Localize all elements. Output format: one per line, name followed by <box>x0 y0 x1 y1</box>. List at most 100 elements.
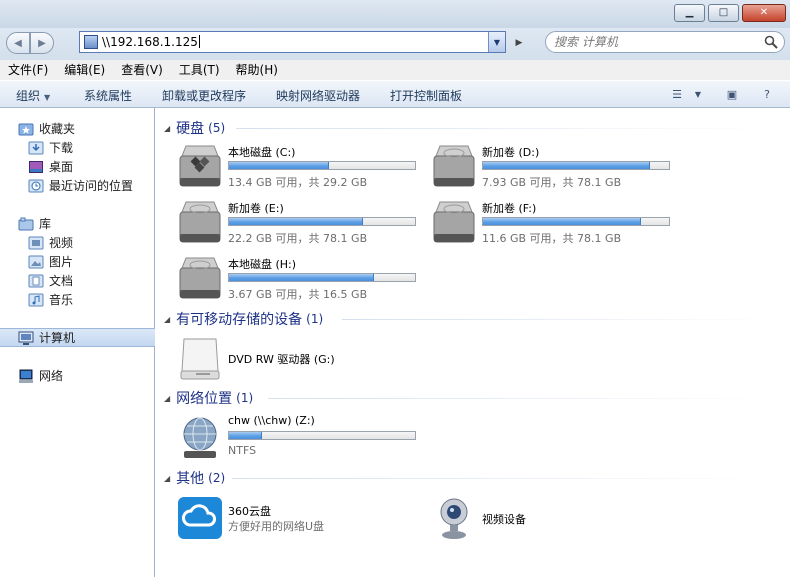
drive-f[interactable]: 新加卷 (F:) 11.6 GB 可用，共 78.1 GB <box>430 198 680 248</box>
collapse-triangle-icon: ◢ <box>164 123 171 133</box>
sidebar-label: 文档 <box>49 274 74 288</box>
minimize-icon: ▁ <box>685 7 694 18</box>
uninstall-program-button[interactable]: 卸载或更改程序 <box>162 87 246 104</box>
group-name: 有可移动存储的设备 <box>176 312 303 328</box>
system-drive-icon <box>179 145 221 187</box>
drive-free-space: 11.6 GB 可用，共 78.1 GB <box>482 232 622 245</box>
drive-g[interactable]: DVD RW 驱动器 (G:) <box>176 333 426 383</box>
sidebar-item-videos[interactable]: 视频 <box>0 233 155 252</box>
sidebar-label: 图片 <box>49 255 74 269</box>
preview-pane-icon[interactable]: ▣ <box>724 86 740 102</box>
drive-d[interactable]: 新加卷 (D:) 7.93 GB 可用，共 78.1 GB <box>430 142 680 192</box>
map-network-drive-button[interactable]: 映射网络驱动器 <box>276 87 360 104</box>
menu-help[interactable]: 帮助(H) <box>228 60 286 80</box>
menu-view[interactable]: 查看(V) <box>113 60 171 80</box>
back-arrow-icon: ◀ <box>14 37 22 49</box>
hard-drive-icon <box>179 201 221 243</box>
menu-bar: 文件(F) 编辑(E) 查看(V) 工具(T) 帮助(H) <box>0 60 790 80</box>
drive-c[interactable]: 本地磁盘 (C:) 13.4 GB 可用，共 29.2 GB <box>176 142 426 192</box>
maximize-icon: □ <box>718 7 729 18</box>
navigation-pane: 收藏夹 下载 桌面 最近访问的位置 库 视频 图片 文档 音乐 计算机 网络 <box>0 108 155 577</box>
video-library-icon <box>28 236 44 249</box>
forward-arrow-icon: ▶ <box>38 37 46 49</box>
webcam-icon <box>440 498 468 539</box>
sidebar-item-downloads[interactable]: 下载 <box>0 138 155 157</box>
address-bar[interactable]: \\192.168.1.125 ▼ <box>79 31 506 53</box>
group-divider <box>236 128 776 129</box>
drive-free-space: 22.2 GB 可用，共 78.1 GB <box>228 232 368 245</box>
group-header-removable[interactable]: ◢ 有可移动存储的设备 (1) <box>164 309 323 329</box>
drive-free-space: 7.93 GB 可用，共 78.1 GB <box>482 176 622 189</box>
sidebar-item-documents[interactable]: 文档 <box>0 271 155 290</box>
maximize-button[interactable]: □ <box>708 4 739 22</box>
go-button[interactable]: ▶ <box>508 33 530 53</box>
drive-name: chw (\\chw) (Z:) <box>228 414 315 427</box>
drive-e[interactable]: 新加卷 (E:) 22.2 GB 可用，共 78.1 GB <box>176 198 426 248</box>
computer-location-icon <box>84 35 98 49</box>
cloud-drive-360[interactable]: 360云盘 方便好用的网络U盘 <box>176 493 426 543</box>
sidebar-label: 音乐 <box>49 293 74 307</box>
group-count: (2) <box>208 471 226 485</box>
view-options-icon[interactable]: ☰ <box>669 86 685 102</box>
sidebar-item-desktop[interactable]: 桌面 <box>0 157 155 176</box>
group-name: 网络位置 <box>176 391 233 407</box>
address-history-dropdown[interactable]: ▼ <box>488 32 505 52</box>
back-button[interactable]: ◀ <box>6 32 30 54</box>
sidebar-label: 库 <box>39 217 52 231</box>
computer-icon <box>18 331 34 345</box>
minimize-button[interactable]: ▁ <box>674 4 705 22</box>
address-text-wrap: \\192.168.1.125 <box>102 35 200 49</box>
menu-edit[interactable]: 编辑(E) <box>56 60 113 80</box>
desktop-icon <box>29 160 43 173</box>
help-icon[interactable]: ? <box>759 86 775 102</box>
search-input[interactable] <box>554 34 754 50</box>
drive-z[interactable]: chw (\\chw) (Z:) NTFS <box>176 412 426 462</box>
video-device[interactable]: 视频设备 <box>430 493 680 543</box>
group-header-hdd[interactable]: ◢ 硬盘 (5) <box>164 118 225 138</box>
organize-label: 组织 <box>16 89 41 103</box>
window-controls: ▁ □ ✕ <box>674 4 786 22</box>
download-folder-icon <box>28 141 44 154</box>
system-properties-button[interactable]: 系统属性 <box>84 87 132 104</box>
star-folder-icon <box>18 123 34 135</box>
drive-name: DVD RW 驱动器 (G:) <box>228 353 335 366</box>
device-description: 方便好用的网络U盘 <box>228 520 325 533</box>
search-box[interactable] <box>545 31 785 53</box>
sidebar-item-network[interactable]: 网络 <box>0 366 155 385</box>
menu-file[interactable]: 文件(F) <box>0 60 56 80</box>
sidebar-item-recent[interactable]: 最近访问的位置 <box>0 176 155 195</box>
capacity-bar-fill <box>483 162 651 169</box>
search-icon[interactable] <box>764 35 778 49</box>
group-divider <box>342 319 776 320</box>
forward-button[interactable]: ▶ <box>30 32 54 54</box>
collapse-triangle-icon: ◢ <box>164 393 171 403</box>
group-name: 其他 <box>176 471 205 487</box>
close-button[interactable]: ✕ <box>742 4 786 22</box>
sidebar-item-pictures[interactable]: 图片 <box>0 252 155 271</box>
sidebar-item-music[interactable]: 音乐 <box>0 290 155 309</box>
view-dropdown-icon[interactable]: ▼ <box>690 86 706 102</box>
capacity-bar-fill <box>229 274 375 281</box>
menu-tools[interactable]: 工具(T) <box>171 60 228 80</box>
group-count: (1) <box>236 391 254 405</box>
sidebar-label: 收藏夹 <box>39 122 76 136</box>
content-pane: ◢ 硬盘 (5) 本地磁盘 (C:) 13.4 GB 可用，共 29.2 GB … <box>156 108 790 577</box>
capacity-bar <box>228 161 416 170</box>
sidebar-label: 视频 <box>49 236 74 250</box>
sidebar-item-computer[interactable]: 计算机 <box>0 328 155 347</box>
group-count: (1) <box>306 312 324 326</box>
group-header-network[interactable]: ◢ 网络位置 (1) <box>164 388 253 408</box>
capacity-bar-fill <box>229 432 263 439</box>
group-name: 硬盘 <box>176 121 205 137</box>
sidebar-item-libraries[interactable]: 库 <box>0 214 155 233</box>
group-header-other[interactable]: ◢ 其他 (2) <box>164 468 225 488</box>
chevron-down-icon: ▼ <box>44 93 51 102</box>
sidebar-item-favorites[interactable]: 收藏夹 <box>0 119 155 138</box>
title-bar: ▁ □ ✕ <box>0 0 790 28</box>
capacity-bar <box>482 161 670 170</box>
organize-button[interactable]: 组织 ▼ <box>16 87 50 104</box>
drive-h[interactable]: 本地磁盘 (H:) 3.67 GB 可用，共 16.5 GB <box>176 254 426 304</box>
open-control-panel-button[interactable]: 打开控制面板 <box>390 87 462 104</box>
music-library-icon <box>28 293 44 306</box>
command-bar: 组织 ▼ 系统属性 卸载或更改程序 映射网络驱动器 打开控制面板 ☰ ▼ ▣ ? <box>0 80 790 108</box>
